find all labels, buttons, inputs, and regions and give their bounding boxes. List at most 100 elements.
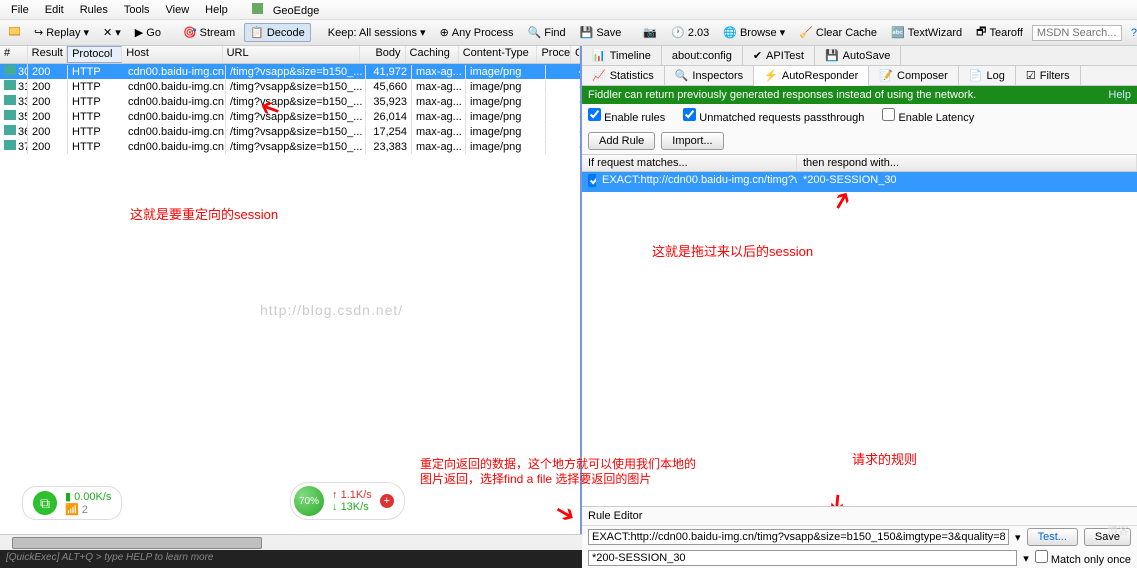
tab-timeline-label: Timeline xyxy=(610,50,651,62)
upper-tab-bar: 📊 Timeline about:config ✔ APITest 💾 Auto… xyxy=(582,46,1137,66)
enable-rules-checkbox[interactable]: Enable rules xyxy=(588,108,665,124)
info-bar: Fiddler can return previously generated … xyxy=(582,86,1137,104)
match-input[interactable] xyxy=(588,529,1009,545)
session-row[interactable]: 35200HTTPcdn00.baidu-img.cn/timg?vsapp&s… xyxy=(0,109,580,124)
wifi-dn: 2 xyxy=(82,504,88,516)
test-button[interactable]: Test... xyxy=(1027,528,1078,546)
keep-label: Keep: All sessions xyxy=(328,27,417,39)
tab-apitest-label: APITest xyxy=(766,50,804,62)
any-process-button[interactable]: ⊕ Any Process xyxy=(435,24,519,41)
decode-label: Decode xyxy=(267,27,305,39)
annotation-right1: 这就是拖过来以后的session xyxy=(652,241,813,260)
wifi-widget[interactable]: ⧉ ▮ 0.00K/s 📶 2 xyxy=(22,486,122,520)
browse-button[interactable]: 🌐 Browse ▾ xyxy=(718,24,790,41)
col-protocol[interactable]: Protocol xyxy=(67,46,122,63)
save-button[interactable]: 💾 Save xyxy=(575,24,627,41)
annotation-right2: 请求的规则 xyxy=(852,449,917,468)
speed-stats: ↑ 1.1K/s ↓ 13K/s xyxy=(332,489,372,513)
menu-view[interactable]: View xyxy=(159,2,197,18)
col-caching[interactable]: Caching xyxy=(406,46,459,63)
col-contenttype[interactable]: Content-Type xyxy=(459,46,538,63)
session-row[interactable]: 30200HTTPcdn00.baidu-img.cn/timg?vsapp&s… xyxy=(0,64,580,79)
rule-list-header: If request matches... then respond with.… xyxy=(582,154,1137,172)
msdn-search-input[interactable] xyxy=(1032,25,1122,41)
menu-bar: File Edit Rules Tools View Help GeoEdge xyxy=(0,0,1137,20)
wifi-icon: ⧉ xyxy=(33,491,57,515)
tab-inspectors[interactable]: 🔍 Inspectors xyxy=(665,66,754,85)
rule-row[interactable]: EXACT:http://cdn00.baidu-img.cn/timg?vsa… xyxy=(582,172,1137,192)
geoedge-label: GeoEdge xyxy=(266,3,326,19)
tab-about[interactable]: about:config xyxy=(662,46,743,65)
comment-button[interactable] xyxy=(4,25,25,40)
annotation-left: 这就是要重定向的session xyxy=(130,204,278,223)
session-row[interactable]: 37200HTTPcdn00.baidu-img.cn/timg?vsapp&s… xyxy=(0,139,580,154)
tab-composer[interactable]: 📝 Composer xyxy=(869,66,958,85)
tab-stats-label: Statistics xyxy=(610,70,654,82)
scrollbar-thumb[interactable] xyxy=(12,537,262,549)
button-row: Add Rule Import... xyxy=(582,128,1137,154)
horizontal-scrollbar[interactable] xyxy=(0,534,582,550)
tab-apitest[interactable]: ✔ APITest xyxy=(743,46,815,65)
tearoff-button[interactable]: 🗗 Tearoff xyxy=(971,21,1028,44)
remove-button[interactable]: ✕ ▾ xyxy=(98,24,126,41)
menu-edit[interactable]: Edit xyxy=(38,2,71,18)
col-respond[interactable]: then respond with... xyxy=(797,155,1137,171)
col-result[interactable]: Result xyxy=(28,46,67,63)
replay-button[interactable]: ↪ Replay ▾ xyxy=(29,24,94,41)
screenshot-button[interactable]: 📷 xyxy=(638,24,662,41)
col-match[interactable]: If request matches... xyxy=(582,155,797,171)
session-row[interactable]: 31200HTTPcdn00.baidu-img.cn/timg?vsapp&s… xyxy=(0,79,580,94)
info-text: Fiddler can return previously generated … xyxy=(588,89,976,101)
dropdown-icon[interactable]: ▾ xyxy=(1023,552,1029,565)
col-process[interactable]: Process xyxy=(537,46,571,63)
expand-icon[interactable]: + xyxy=(380,494,394,508)
geoedge-button[interactable]: GeoEdge xyxy=(245,1,334,19)
tab-log-label: Log xyxy=(986,70,1004,82)
speedball-widget[interactable]: 70% ↑ 1.1K/s ↓ 13K/s + xyxy=(290,482,405,520)
lower-tab-bar: 📈 Statistics 🔍 Inspectors ⚡ AutoResponde… xyxy=(582,66,1137,86)
clear-cache-button[interactable]: 🧹 Clear Cache xyxy=(794,24,882,41)
col-body[interactable]: Body xyxy=(360,46,405,63)
stream-button[interactable]: 🎯 Stream xyxy=(178,24,240,41)
menu-rules[interactable]: Rules xyxy=(73,2,115,18)
tab-autoresponder[interactable]: ⚡ AutoResponder xyxy=(754,66,869,86)
tab-autosave[interactable]: 💾 AutoSave xyxy=(815,46,901,65)
add-rule-button[interactable]: Add Rule xyxy=(588,132,655,150)
col-host[interactable]: Host xyxy=(122,46,222,63)
match-only-once-checkbox[interactable]: Match only once xyxy=(1035,550,1131,566)
ver-label: 2.03 xyxy=(688,27,709,39)
go-label: Go xyxy=(146,27,161,39)
col-num[interactable]: # xyxy=(0,46,28,63)
tab-filters[interactable]: ☑ Filters xyxy=(1016,66,1081,85)
replay-label: Replay xyxy=(46,27,80,39)
tab-timeline[interactable]: 📊 Timeline xyxy=(582,46,662,65)
dropdown-icon[interactable]: ▾ xyxy=(1015,531,1021,544)
tab-auto-label: AutoResponder xyxy=(782,70,858,82)
keep-sessions-dropdown[interactable]: Keep: All sessions ▾ xyxy=(323,24,431,41)
col-comments[interactable]: Co xyxy=(571,46,580,63)
tab-log[interactable]: 📄 Log xyxy=(959,66,1016,85)
browse-label: Browse xyxy=(740,27,777,39)
tab-statistics[interactable]: 📈 Statistics xyxy=(582,66,665,85)
tearoff-label: Tearoff xyxy=(989,27,1022,39)
latency-checkbox[interactable]: Enable Latency xyxy=(882,108,974,124)
menu-file[interactable]: File xyxy=(4,2,36,18)
textwizard-button[interactable]: 🔤 TextWizard xyxy=(886,24,967,41)
help-button[interactable]: ? xyxy=(1126,25,1137,41)
find-button[interactable]: 🔍 Find xyxy=(523,24,571,41)
rule-checkbox[interactable] xyxy=(588,174,596,187)
action-input[interactable] xyxy=(588,550,1017,566)
unmatched-checkbox[interactable]: Unmatched requests passthrough xyxy=(683,108,864,124)
import-button[interactable]: Import... xyxy=(661,132,723,150)
col-url[interactable]: URL xyxy=(223,46,361,63)
stream-label: Stream xyxy=(200,27,235,39)
enable-label: Enable rules xyxy=(604,112,665,124)
session-row[interactable]: 36200HTTPcdn00.baidu-img.cn/timg?vsapp&s… xyxy=(0,124,580,139)
help-link[interactable]: Help xyxy=(1108,89,1131,101)
menu-tools[interactable]: Tools xyxy=(117,2,157,18)
session-row[interactable]: 33200HTTPcdn00.baidu-img.cn/timg?vsapp&s… xyxy=(0,94,580,109)
go-button[interactable]: ▶ Go xyxy=(130,24,166,41)
decode-button[interactable]: 📋 Decode xyxy=(244,23,311,42)
menu-help[interactable]: Help xyxy=(198,2,235,18)
options-row: Enable rules Unmatched requests passthro… xyxy=(582,104,1137,128)
